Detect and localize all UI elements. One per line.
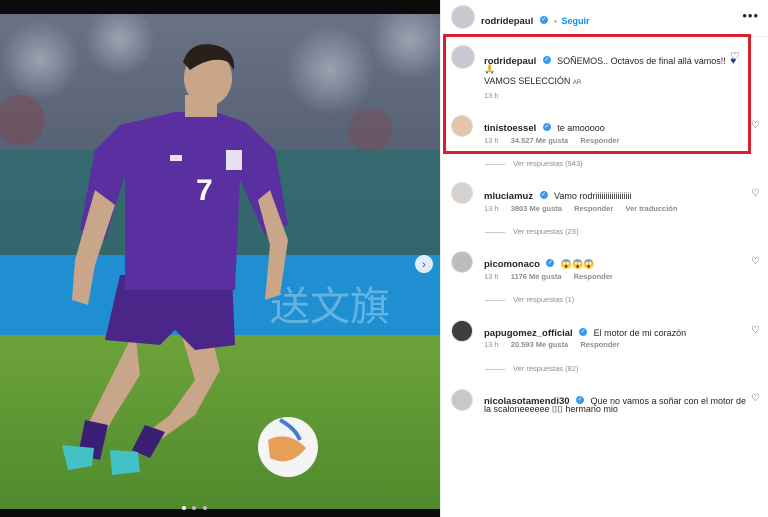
- chevron-right-icon: ›: [422, 259, 426, 271]
- reply-button[interactable]: Responder: [574, 272, 613, 281]
- carousel-next-button[interactable]: ›: [415, 255, 433, 273]
- comment-time: 13 h: [484, 340, 499, 349]
- player-photo: 送文旗 7: [0, 0, 440, 517]
- heart-icon[interactable]: ♡: [751, 393, 763, 405]
- photo-bottom-bar: [0, 509, 440, 517]
- comment-username[interactable]: mluciamuz: [484, 191, 533, 202]
- verified-icon: ✓: [546, 258, 555, 267]
- view-replies-button[interactable]: Ver respuestas (23): [513, 227, 578, 236]
- comment-text: Vamo rodriiiiiiiiiiiiiiiiii: [554, 191, 632, 201]
- carousel-dot-active: [182, 506, 186, 510]
- heart-icon[interactable]: ♡: [751, 256, 763, 268]
- avatar[interactable]: [451, 182, 473, 204]
- reply-button[interactable]: Responder: [580, 340, 619, 349]
- comment-text: El motor de mi corazón: [593, 328, 687, 338]
- avatar[interactable]: [451, 320, 473, 342]
- comment-likes[interactable]: 3803 Me gusta: [511, 204, 562, 213]
- comment-text: 😱😱😱: [560, 259, 595, 269]
- view-replies-button[interactable]: Ver respuestas (1): [513, 295, 574, 304]
- view-replies-button[interactable]: Ver respuestas (943): [513, 159, 583, 168]
- heart-icon[interactable]: ♡: [751, 188, 763, 200]
- highlight-box: [443, 34, 751, 154]
- carousel-dot: [192, 506, 197, 510]
- avatar[interactable]: [451, 389, 473, 411]
- verified-icon: ✓: [575, 395, 584, 404]
- ellipsis-icon[interactable]: •••: [742, 8, 759, 23]
- header-username[interactable]: rodridepaul: [481, 16, 533, 27]
- comment-username[interactable]: papugomez_official: [484, 328, 573, 339]
- comment-time: 13 h: [484, 272, 499, 281]
- comment-likes[interactable]: 1176 Me gusta: [511, 272, 562, 281]
- follow-button[interactable]: Seguir: [561, 16, 589, 26]
- photo-top-bar: [0, 0, 440, 14]
- post-photo[interactable]: 送文旗 7 ›: [0, 0, 440, 517]
- comments-panel: rodridepaul ✓ • Seguir ••• rodridepaul ✓…: [440, 0, 768, 517]
- verified-icon: ✓: [579, 327, 588, 336]
- verified-icon: ✓: [539, 15, 548, 24]
- carousel-dots: [182, 497, 207, 515]
- comment-likes[interactable]: 20.593 Me gusta: [511, 340, 569, 349]
- heart-icon[interactable]: ♡: [751, 120, 763, 132]
- reply-button[interactable]: Responder: [574, 204, 613, 213]
- post-header: rodridepaul ✓ • Seguir •••: [441, 0, 768, 37]
- comment-username[interactable]: picomonaco: [484, 259, 540, 270]
- heart-icon[interactable]: ♡: [751, 325, 763, 337]
- view-replies-button[interactable]: Ver respuestas (82): [513, 364, 578, 373]
- comment-text-line2: la scaloneeeeee ⌷⌷ hermano mio: [484, 404, 618, 414]
- verified-icon: ✓: [539, 190, 548, 199]
- carousel-dot: [202, 506, 207, 510]
- avatar[interactable]: [451, 251, 473, 273]
- avatar[interactable]: [451, 5, 475, 29]
- translate-button[interactable]: Ver traducción: [625, 204, 677, 213]
- svg-text:送文旗: 送文旗: [270, 285, 390, 329]
- jersey-number: 7: [196, 174, 213, 207]
- comment-time: 13 h: [484, 204, 499, 213]
